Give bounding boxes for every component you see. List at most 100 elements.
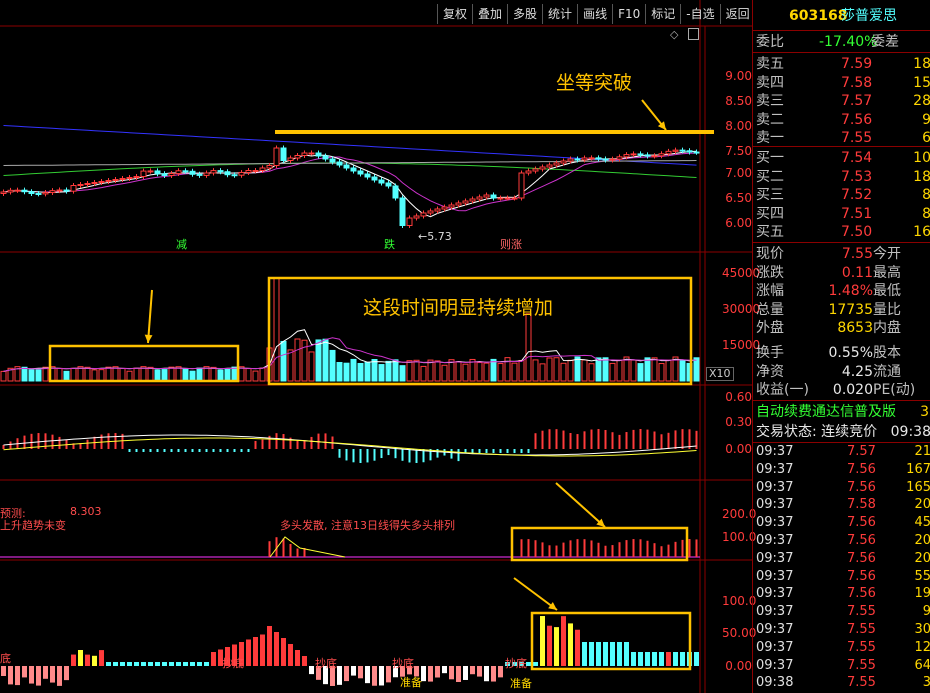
candle <box>637 153 644 156</box>
volume-bar <box>126 370 133 382</box>
diamond-icon[interactable]: ◇ <box>670 28 678 41</box>
price-axis-label: 8.50 <box>725 94 752 108</box>
banner[interactable]: 自动续费通达信普及版 3 <box>753 402 930 422</box>
sell-row[interactable]: 卖三 7.57 28 <box>753 91 930 111</box>
candle <box>497 197 504 200</box>
volume-bar <box>231 366 238 382</box>
ind4-bar <box>267 626 272 666</box>
volume-bar <box>259 367 266 382</box>
ind3-value: 8.303 <box>70 505 102 518</box>
stat-row: 总量 17735 量比 <box>753 300 930 320</box>
volume-bar <box>196 367 203 382</box>
ind4-bar <box>498 666 503 678</box>
chart-toolbar: 复权 叠加 多股 统计 画线 F10 标记 -自选 返回 <box>437 4 755 24</box>
toolbar-button-4[interactable]: 画线 <box>577 4 612 24</box>
sell-row[interactable]: 卖二 7.56 9 <box>753 110 930 130</box>
ind4-bar <box>659 652 664 666</box>
trade-state: 交易状态: 连续竞价 09:38 <box>756 424 930 440</box>
buy-row[interactable]: 买四 7.51 8 <box>753 204 930 224</box>
volume-bar <box>203 366 210 382</box>
buy-row[interactable]: 买二 7.53 18 <box>753 167 930 187</box>
tick-row: 09:37 7.57 21 <box>753 443 930 461</box>
candle <box>105 180 112 182</box>
candle <box>189 170 196 175</box>
candle <box>21 189 28 193</box>
stock-name: 莎普爱思 <box>841 8 897 24</box>
price-axis-label: 7.50 <box>725 144 752 158</box>
tick-time: 09:37 <box>756 604 794 620</box>
ind4-bar <box>29 666 34 684</box>
candle <box>273 147 280 166</box>
stat-value: 7.55 <box>841 246 873 262</box>
candle <box>434 208 441 212</box>
tick-price: 7.55 <box>847 622 876 637</box>
volume-bar <box>294 338 301 382</box>
low-marker-label: ←5.73 <box>418 230 452 243</box>
kline-chart-area[interactable] <box>0 0 752 693</box>
candle <box>546 164 553 168</box>
toolbar-button-6[interactable]: 标记 <box>645 4 680 24</box>
tick-row: 09:37 7.56 20 <box>753 550 930 568</box>
candle <box>469 198 476 202</box>
volume-bar <box>63 370 70 382</box>
stat-label-2: PE(动) <box>873 382 916 398</box>
volume-bar <box>252 370 259 382</box>
ind4-zhunbei: 准备 <box>400 676 422 689</box>
tick-time: 09:37 <box>756 622 794 637</box>
stat-label-2: 内盘 <box>873 320 901 336</box>
window-toggle-icon[interactable] <box>688 28 699 40</box>
stat-label-2: 量比 <box>873 301 901 318</box>
volume-bar <box>224 368 231 382</box>
price-axis-label: 6.00 <box>725 216 752 230</box>
stock-header[interactable]: 603168 莎普爱思 <box>753 6 930 28</box>
stat-label-2: 最高 <box>873 264 901 281</box>
toolbar-button-8[interactable]: 返回 <box>719 4 755 24</box>
candle <box>154 170 161 175</box>
ind3-axis-label: 100.0 <box>722 530 757 544</box>
volume-bar <box>322 338 329 382</box>
tick-price: 7.56 <box>847 586 876 602</box>
volume-bar <box>112 366 119 382</box>
volume-bar <box>483 362 490 382</box>
volume-bar <box>616 359 623 382</box>
ind4-bar <box>246 639 251 666</box>
ind4-bar <box>645 652 650 666</box>
sell-row[interactable]: 卖四 7.58 15 <box>753 73 930 93</box>
toolbar-button-3[interactable]: 统计 <box>542 4 577 24</box>
sell-volume: 28 <box>913 93 930 109</box>
volume-bar <box>42 366 49 382</box>
candle <box>574 158 581 161</box>
toolbar-button-2[interactable]: 多股 <box>507 4 542 24</box>
candle <box>399 197 406 226</box>
volume-bar <box>490 358 497 382</box>
volume-bar <box>441 364 448 382</box>
volume-bar <box>518 359 525 382</box>
candle <box>560 160 567 164</box>
toolbar-button-1[interactable]: 叠加 <box>472 4 507 24</box>
tick-row: 09:37 7.55 12 <box>753 639 930 657</box>
ind4-bar <box>106 662 111 666</box>
candle <box>609 158 616 161</box>
volume-bar <box>434 360 441 382</box>
sell-price: 7.59 <box>841 56 873 72</box>
candle <box>147 170 154 173</box>
candle <box>406 217 413 226</box>
ind4-bar <box>554 627 559 666</box>
buy-row[interactable]: 买五 7.50 16 <box>753 222 930 242</box>
volume-bar <box>133 367 140 382</box>
sell-row[interactable]: 卖一 7.55 6 <box>753 128 930 148</box>
sell-row[interactable]: 卖五 7.59 18 <box>753 54 930 74</box>
stat-label-2: 股本 <box>873 345 901 361</box>
volume-bar <box>602 357 609 382</box>
toolbar-button-5[interactable]: F10 <box>612 4 645 24</box>
toolbar-button-7[interactable]: -自选 <box>680 4 719 24</box>
ind4-bar <box>386 666 391 683</box>
volume-bar <box>462 363 469 382</box>
toolbar-button-0[interactable]: 复权 <box>437 4 472 24</box>
candle <box>693 151 700 154</box>
candle <box>182 170 189 173</box>
buy-row[interactable]: 买三 7.52 8 <box>753 185 930 205</box>
volume-bar <box>546 357 553 382</box>
ind4-bar <box>204 662 209 666</box>
buy-row[interactable]: 买一 7.54 10 <box>753 148 930 168</box>
